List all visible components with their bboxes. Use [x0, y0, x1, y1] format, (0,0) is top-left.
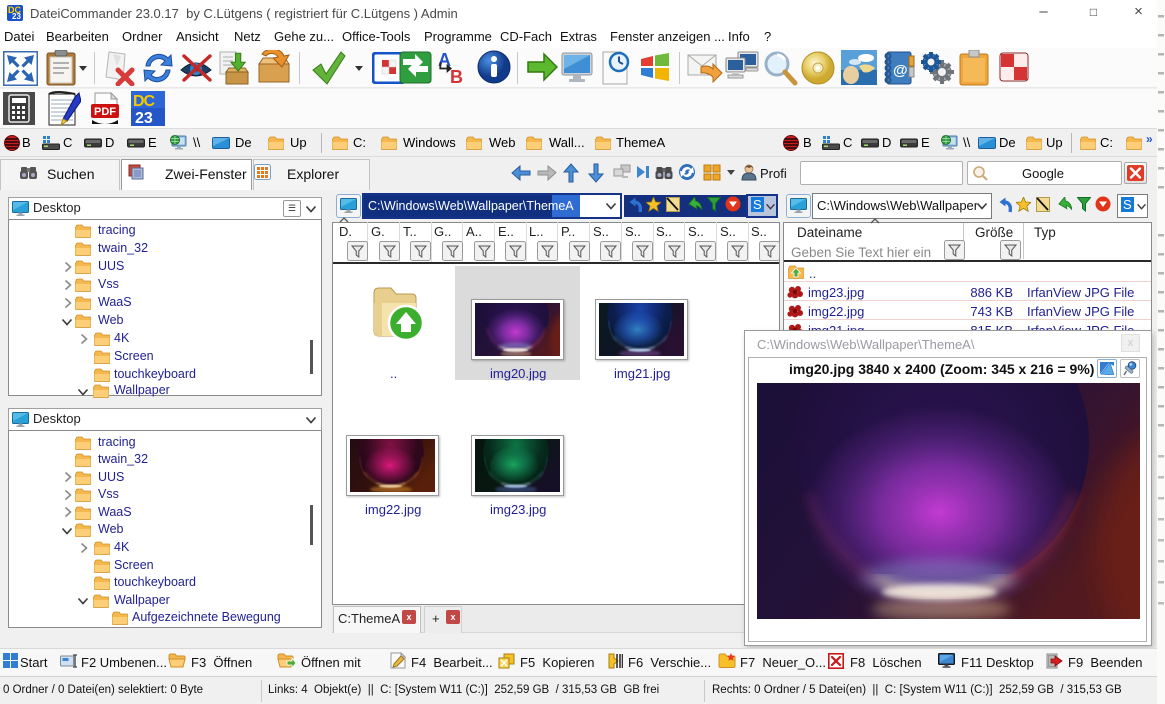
svg-text:PDF: PDF [94, 106, 116, 118]
svg-text:B: B [450, 67, 463, 86]
svg-text:23: 23 [135, 110, 153, 126]
svg-text:DC: DC [133, 93, 156, 110]
svg-text:@: @ [893, 62, 908, 79]
